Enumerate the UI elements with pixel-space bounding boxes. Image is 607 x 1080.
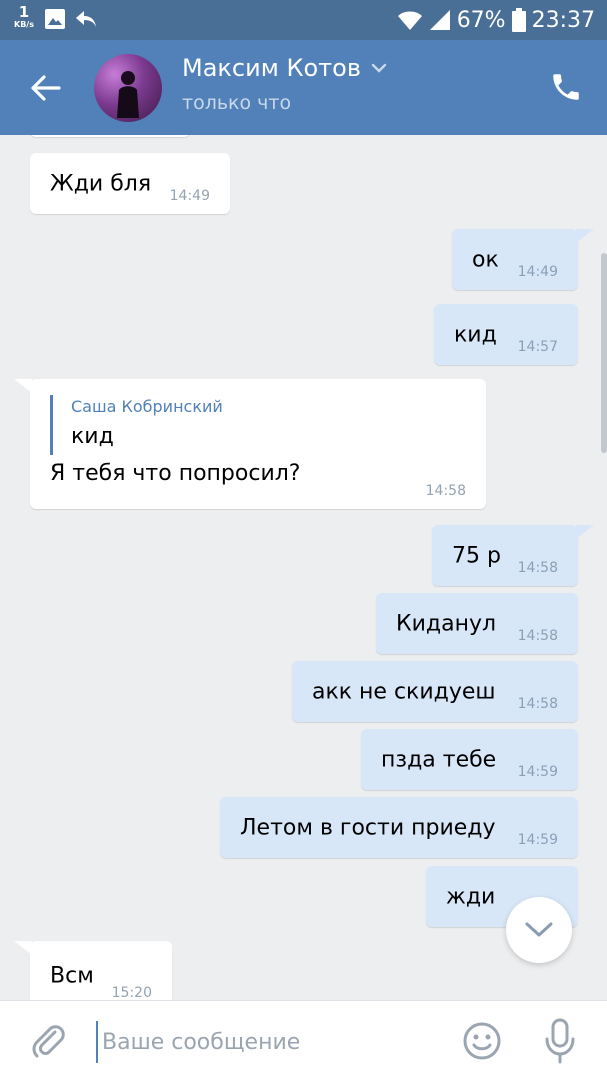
phone-icon <box>553 74 579 100</box>
message-time: 14:59 <box>517 764 558 780</box>
previous-message-edge <box>30 135 190 137</box>
clock: 23:37 <box>531 7 595 33</box>
message-text: Жди бля <box>50 171 152 196</box>
message-outgoing[interactable]: пзда тебе 14:59 <box>361 729 578 790</box>
message-incoming[interactable]: Всм 15:20 <box>14 941 172 1000</box>
call-button[interactable] <box>549 70 583 104</box>
network-speed-value: 1 <box>18 3 30 21</box>
message-time: 14:49 <box>169 188 210 204</box>
quoted-text: кид <box>71 424 114 449</box>
wifi-icon <box>397 9 423 31</box>
message-text: Всм <box>50 963 94 989</box>
quoted-author: Саша Кобринский <box>71 397 223 416</box>
microphone-icon <box>545 1018 575 1064</box>
back-button[interactable] <box>26 70 66 106</box>
message-incoming-reply[interactable]: Саша Кобринский кид Я тебя что попросил?… <box>14 379 486 509</box>
message-list[interactable]: Жди бля 14:49 ок 14:49 кид 14:57 Саша Ко… <box>0 135 607 1000</box>
message-text: жди <box>446 884 496 909</box>
scroll-to-bottom-button[interactable] <box>506 897 572 963</box>
network-speed: 1 KB/s <box>10 5 38 29</box>
message-text: пзда тебе <box>381 747 497 772</box>
message-incoming[interactable]: Жди бля 14:49 <box>30 153 230 214</box>
message-outgoing[interactable]: ок 14:49 <box>452 229 594 290</box>
message-text: Летом в гости приеду <box>240 815 496 840</box>
message-outgoing[interactable]: кид 14:57 <box>434 304 578 365</box>
scrollbar[interactable] <box>601 253 607 453</box>
quoted-message[interactable]: Саша Кобринский кид <box>50 395 223 455</box>
battery-percent: 67% <box>456 7 506 33</box>
emoji-button[interactable] <box>462 1021 502 1061</box>
network-speed-unit: KB/s <box>14 20 34 29</box>
message-text: кид <box>454 322 497 347</box>
message-outgoing[interactable]: 75 р 14:58 <box>432 525 594 586</box>
smiley-icon <box>463 1022 501 1060</box>
message-text: 75 р <box>452 543 501 568</box>
paperclip-icon <box>32 1025 65 1058</box>
chat-header: Максим Котов только что <box>0 40 607 135</box>
message-outgoing[interactable]: Летом в гости приеду 14:59 <box>220 797 578 858</box>
message-composer <box>0 1000 607 1080</box>
battery-icon <box>511 8 526 32</box>
message-time: 14:59 <box>517 832 558 848</box>
message-text: Я тебя что попросил? <box>50 461 301 486</box>
message-time: 14:58 <box>425 483 466 499</box>
image-icon <box>44 8 66 34</box>
contact-status: только что <box>182 92 292 114</box>
back-arrow-icon <box>31 75 61 101</box>
signal-icon <box>429 9 451 31</box>
message-outgoing[interactable]: акк не скидуеш 14:58 <box>292 661 578 722</box>
attach-button[interactable] <box>28 1021 68 1061</box>
message-time: 14:58 <box>517 628 558 644</box>
contact-name[interactable]: Максим Котов <box>182 54 387 82</box>
message-outgoing[interactable]: Киданул 14:58 <box>376 593 578 654</box>
message-text: Киданул <box>396 611 497 636</box>
message-time: 14:58 <box>517 696 558 712</box>
message-input[interactable] <box>96 1021 436 1063</box>
status-bar: 1 KB/s 67% 23:37 <box>0 0 607 40</box>
voice-message-button[interactable] <box>540 1017 580 1065</box>
message-text: ок <box>472 247 499 272</box>
message-text: акк не скидуеш <box>312 679 496 704</box>
message-time: 14:49 <box>517 264 558 280</box>
message-time: 15:20 <box>111 985 152 1000</box>
avatar[interactable] <box>94 54 162 122</box>
chevron-down-icon <box>371 63 387 73</box>
reply-arrow-icon <box>74 8 98 34</box>
message-time: 14:57 <box>517 339 558 355</box>
contact-name-text: Максим Котов <box>182 54 361 82</box>
person-silhouette <box>117 71 139 118</box>
message-time: 14:58 <box>517 560 558 576</box>
chevron-down-icon <box>525 922 553 937</box>
